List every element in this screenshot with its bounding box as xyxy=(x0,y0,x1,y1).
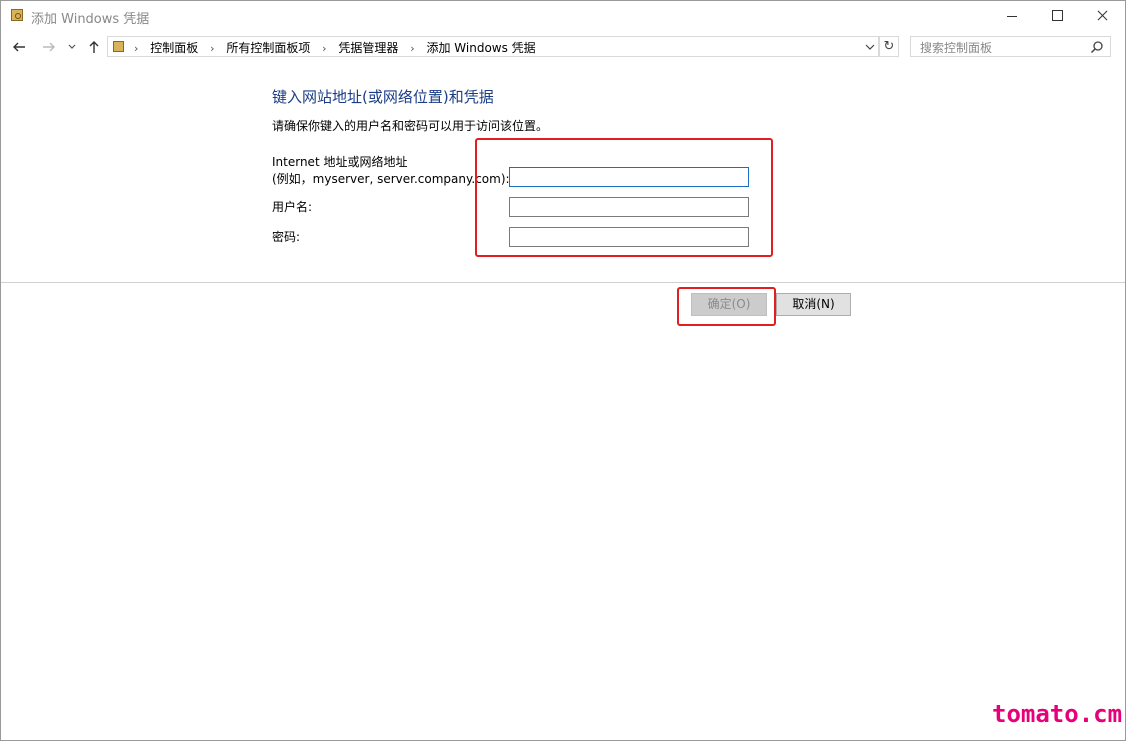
arrow-up-icon xyxy=(89,41,99,53)
watermark-text: tomato.cm xyxy=(992,700,1123,728)
page-title: 键入网站地址(或网络位置)和凭据 xyxy=(272,88,494,106)
breadcrumb-item[interactable]: 添加 Windows 凭据 xyxy=(426,41,535,55)
minimize-button[interactable] xyxy=(989,1,1035,30)
up-button[interactable] xyxy=(84,36,104,58)
refresh-icon: ↻ xyxy=(883,39,895,54)
fields-highlight-box xyxy=(475,138,773,257)
divider xyxy=(1,282,1125,283)
arrow-left-icon xyxy=(13,42,25,52)
ok-highlight-box xyxy=(677,287,776,326)
window-frame xyxy=(0,0,1126,741)
window-title: 添加 Windows 凭据 xyxy=(31,12,150,27)
cancel-button[interactable]: 取消(N) xyxy=(776,293,851,316)
forward-button[interactable] xyxy=(39,36,59,58)
refresh-button[interactable]: ↻ xyxy=(879,36,899,57)
breadcrumb-item[interactable]: 凭据管理器 xyxy=(338,41,398,55)
search-icon[interactable] xyxy=(1090,40,1104,54)
password-label: 密码: xyxy=(272,230,301,244)
breadcrumb: › 控制面板 › 所有控制面板项 › 凭据管理器 › 添加 Windows 凭据 xyxy=(132,39,542,56)
search-input[interactable]: 搜索控制面板 xyxy=(910,36,1111,57)
credential-manager-icon xyxy=(11,9,23,21)
address-bar[interactable]: › 控制面板 › 所有控制面板项 › 凭据管理器 › 添加 Windows 凭据 xyxy=(107,36,879,57)
address-label-line1: Internet 地址或网络地址 xyxy=(272,155,408,169)
chevron-down-icon xyxy=(865,44,875,50)
chevron-right-icon[interactable]: › xyxy=(322,42,326,55)
title-bar: 添加 Windows 凭据 xyxy=(1,1,1125,30)
address-label: Internet 地址或网络地址 (例如，myserver, server.co… xyxy=(272,154,510,188)
username-label: 用户名: xyxy=(272,200,313,214)
control-panel-icon xyxy=(113,41,124,52)
chevron-down-icon xyxy=(68,44,76,49)
breadcrumb-item[interactable]: 控制面板 xyxy=(150,41,198,55)
arrow-right-icon xyxy=(43,42,55,52)
back-button[interactable] xyxy=(9,36,29,58)
maximize-button[interactable] xyxy=(1034,1,1080,30)
close-button[interactable] xyxy=(1079,1,1125,30)
address-dropdown-button[interactable] xyxy=(865,38,875,54)
search-placeholder: 搜索控制面板 xyxy=(920,41,993,55)
chevron-right-icon: › xyxy=(134,42,139,55)
instruction-text: 请确保你键入的用户名和密码可以用于访问该位置。 xyxy=(272,119,549,133)
address-label-line2: (例如，myserver, server.company.com): xyxy=(272,172,510,186)
chevron-right-icon[interactable]: › xyxy=(410,42,414,55)
chevron-right-icon[interactable]: › xyxy=(210,42,214,55)
recent-locations-button[interactable] xyxy=(64,36,80,58)
breadcrumb-item[interactable]: 所有控制面板项 xyxy=(226,41,310,55)
